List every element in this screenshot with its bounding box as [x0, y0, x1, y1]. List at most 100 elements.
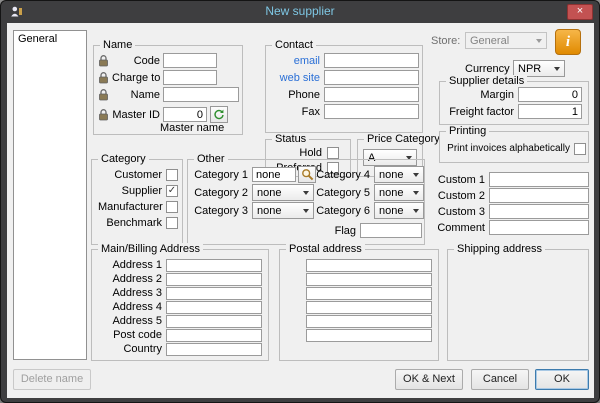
- tab-general[interactable]: General: [14, 31, 86, 47]
- store-dropdown: General: [465, 32, 547, 49]
- category5-dropdown[interactable]: none: [374, 184, 424, 201]
- category4-dropdown[interactable]: none: [374, 166, 424, 183]
- flag-label: Flag: [296, 225, 356, 237]
- email-input[interactable]: [324, 53, 419, 68]
- refresh-icon: [213, 109, 225, 121]
- contact-group: Contact email web site Phone Fax: [265, 45, 423, 133]
- cancel-button[interactable]: Cancel: [471, 369, 529, 390]
- phone-label: Phone: [270, 89, 320, 101]
- supplier-checkbox[interactable]: ✓: [166, 185, 178, 197]
- postal-address-input-4[interactable]: [306, 301, 432, 314]
- category3-dropdown[interactable]: none: [252, 202, 314, 219]
- address5-label: Address 5: [98, 315, 162, 327]
- category1-input[interactable]: [252, 167, 296, 182]
- chevron-down-icon: [409, 203, 423, 218]
- refresh-master-button[interactable]: [210, 106, 228, 123]
- category6-dropdown[interactable]: none: [374, 202, 424, 219]
- post-code-label: Post code: [98, 329, 162, 341]
- close-button[interactable]: ×: [567, 4, 593, 20]
- manufacturer-label: Manufacturer: [98, 201, 162, 213]
- web-site-link[interactable]: web site: [270, 72, 320, 84]
- postal-address-input-6[interactable]: [306, 329, 432, 342]
- freight-factor-input[interactable]: [518, 104, 582, 119]
- category4-label: Category 4: [316, 169, 370, 181]
- customer-label: Customer: [98, 169, 162, 181]
- category5-label: Category 5: [316, 187, 370, 199]
- master-id-input[interactable]: [163, 107, 207, 122]
- post-code-input[interactable]: [166, 329, 262, 342]
- chevron-down-icon: [532, 33, 546, 48]
- email-link[interactable]: email: [270, 55, 320, 67]
- phone-input[interactable]: [324, 87, 419, 102]
- address5-input[interactable]: [166, 315, 262, 328]
- category1-label: Category 1: [194, 169, 248, 181]
- lock-icon: [98, 72, 109, 84]
- master-name-caption: Master name: [160, 122, 224, 134]
- window-title: New supplier: [1, 4, 599, 18]
- delete-name-button: Delete name: [13, 369, 91, 390]
- supplier-label: Supplier: [98, 185, 162, 197]
- category2-dropdown[interactable]: none: [252, 184, 314, 201]
- address1-label: Address 1: [98, 259, 162, 271]
- contact-group-title: Contact: [272, 39, 316, 51]
- country-label: Country: [98, 343, 162, 355]
- margin-label: Margin: [448, 89, 514, 101]
- postal-address-input-3[interactable]: [306, 287, 432, 300]
- lock-icon: [98, 89, 109, 101]
- address1-input[interactable]: [166, 259, 262, 272]
- address4-input[interactable]: [166, 301, 262, 314]
- manufacturer-checkbox[interactable]: [166, 201, 178, 213]
- postal-address-input-1[interactable]: [306, 259, 432, 272]
- supplier-details-group: Supplier details Margin Freight factor: [439, 81, 589, 125]
- charge-to-input[interactable]: [163, 70, 217, 85]
- print-alphabetically-label: Print invoices alphabetically: [442, 143, 570, 154]
- shipping-address-group-title: Shipping address: [454, 243, 545, 255]
- check-mark: ✓: [168, 186, 176, 196]
- custom1-input[interactable]: [489, 172, 589, 187]
- shipping-address-group: Shipping address: [447, 249, 589, 361]
- name-input[interactable]: [163, 87, 239, 102]
- category3-label: Category 3: [194, 205, 248, 217]
- benchmark-label: Benchmark: [98, 217, 162, 229]
- postal-address-group-title: Postal address: [286, 243, 365, 255]
- comment-input[interactable]: [489, 220, 589, 235]
- category6-label: Category 6: [316, 205, 370, 217]
- custom2-input[interactable]: [489, 188, 589, 203]
- address2-input[interactable]: [166, 273, 262, 286]
- code-input[interactable]: [163, 53, 217, 68]
- price-category-group-title: Price Category: [364, 133, 443, 145]
- lock-icon: [98, 109, 109, 121]
- address3-input[interactable]: [166, 287, 262, 300]
- web-site-input[interactable]: [324, 70, 419, 85]
- benchmark-checkbox[interactable]: [166, 217, 178, 229]
- printing-group: Printing Print invoices alphabetically: [439, 131, 589, 163]
- customer-checkbox[interactable]: [166, 169, 178, 181]
- country-input[interactable]: [166, 343, 262, 356]
- billing-address-group: Main/Billing Address Address 1 Address 2…: [91, 249, 269, 361]
- flag-input[interactable]: [360, 223, 422, 238]
- ok-button[interactable]: OK: [535, 369, 589, 390]
- billing-address-group-title: Main/Billing Address: [98, 243, 203, 255]
- other-group-title: Other: [194, 153, 228, 165]
- info-button[interactable]: i: [555, 29, 581, 55]
- ok-next-button[interactable]: OK & Next: [395, 369, 463, 390]
- hold-checkbox[interactable]: [327, 147, 339, 159]
- postal-address-input-5[interactable]: [306, 315, 432, 328]
- hold-label: Hold: [272, 147, 322, 159]
- chevron-down-icon: [409, 185, 423, 200]
- category1-search-button[interactable]: [298, 166, 316, 183]
- custom2-label: Custom 2: [427, 190, 485, 202]
- lock-icon: [98, 55, 109, 67]
- custom3-input[interactable]: [489, 204, 589, 219]
- magnifier-icon: [301, 168, 314, 181]
- print-alphabetically-checkbox[interactable]: [574, 143, 586, 155]
- postal-address-input-2[interactable]: [306, 273, 432, 286]
- category-group-title: Category: [98, 153, 149, 165]
- new-supplier-dialog: New supplier × General Name Code Charge …: [0, 0, 600, 403]
- fax-input[interactable]: [324, 104, 419, 119]
- name-label: Name: [112, 89, 160, 101]
- tab-list: General: [13, 30, 87, 360]
- custom1-label: Custom 1: [427, 174, 485, 186]
- margin-input[interactable]: [518, 87, 582, 102]
- name-group: Name Code Charge to Name Master ID: [93, 45, 243, 135]
